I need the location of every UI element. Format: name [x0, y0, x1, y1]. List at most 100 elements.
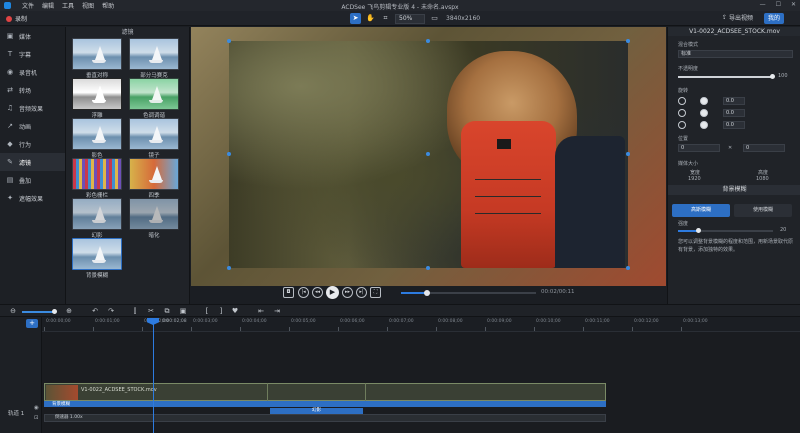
nav-item-visual-effect[interactable]: ✦ 遮幅效果	[0, 189, 65, 207]
split-icon[interactable]: ⫿	[130, 306, 140, 316]
nav-item-filter[interactable]: ✎ 滤镜	[0, 153, 65, 171]
minimize-icon[interactable]: —	[760, 1, 766, 8]
center-handle[interactable]	[426, 152, 430, 156]
resize-handle[interactable]	[227, 152, 231, 156]
opacity-knob[interactable]	[770, 74, 775, 79]
opacity-slider[interactable]	[678, 74, 775, 79]
progress-knob[interactable]	[424, 290, 430, 296]
timeline-zoom-slider[interactable]	[22, 309, 57, 314]
filter-thumb[interactable]	[129, 38, 179, 70]
export-button[interactable]: ⇪ 导出视频	[722, 13, 753, 22]
nav-item-media[interactable]: ▣ 媒体	[0, 27, 65, 45]
nav-item-behavior[interactable]: ◆ 行为	[0, 135, 65, 153]
playhead-line[interactable]	[153, 318, 154, 433]
nav-item-overlay[interactable]: ▤ 叠加	[0, 171, 65, 189]
strength-slider[interactable]	[678, 228, 773, 233]
filter-thumb[interactable]	[129, 118, 179, 150]
rotate-dial-icon[interactable]	[700, 109, 708, 117]
skip-end-icon[interactable]: ⇥	[272, 306, 282, 316]
mode-button[interactable]: 我的	[764, 13, 785, 24]
nav-item-animation[interactable]: ↗ 动画	[0, 117, 65, 135]
zoom-select[interactable]: 50%	[395, 13, 425, 24]
rotate-z-icon[interactable]	[678, 97, 686, 105]
rotate-y-icon[interactable]	[678, 121, 686, 129]
position-x-field[interactable]: 0	[678, 144, 720, 152]
filter-thumb[interactable]	[72, 118, 122, 150]
prev-frame-icon[interactable]: |◂	[298, 287, 309, 298]
preview-canvas[interactable]	[191, 27, 666, 286]
resize-handle[interactable]	[426, 266, 430, 270]
main-toolbar: 录制 ➤ ✋ ⌗ 50% ▭ 3840x2160 ⇪ 导出视频 我的	[0, 11, 800, 26]
mark-out-icon[interactable]: ]	[216, 306, 226, 316]
track-lock-icon[interactable]: ⊡	[34, 415, 39, 421]
track-visible-icon[interactable]: ◉	[34, 405, 39, 411]
snapshot-icon[interactable]: ◘	[283, 287, 294, 298]
undo-icon[interactable]: ↶	[90, 306, 100, 316]
filter-thumb[interactable]	[72, 38, 122, 70]
paste-icon[interactable]: ▣	[178, 306, 188, 316]
rotation-x-field[interactable]: 0.0	[723, 109, 745, 117]
resize-handle[interactable]	[227, 266, 231, 270]
nav-item-caption[interactable]: T 字幕	[0, 45, 65, 63]
add-track-button[interactable]: +	[26, 319, 38, 328]
ruler-label: 0:00:08;00	[438, 319, 463, 324]
ruler-label: 0:00:07;00	[389, 319, 414, 324]
video-clip[interactable]: V1-0022_ACDSEE_STOCK.mov	[44, 383, 606, 401]
filter-thumb[interactable]	[72, 198, 122, 230]
copy-icon[interactable]: ⧉	[162, 306, 172, 316]
close-icon[interactable]: ✕	[791, 1, 796, 8]
skip-start-icon[interactable]: ⇤	[256, 306, 266, 316]
rewind-icon[interactable]: ◂◂	[312, 287, 323, 298]
mark-in-icon[interactable]: [	[202, 306, 212, 316]
marker-icon[interactable]: ♥	[230, 306, 240, 316]
strength-value[interactable]: 20	[780, 227, 786, 233]
resize-handle[interactable]	[426, 39, 430, 43]
nav-item-audio-record[interactable]: ◉ 录音机	[0, 63, 65, 81]
effect-bar-background-blur[interactable]: 背景模糊	[44, 401, 606, 407]
speed-label: 倒速器 1.00x	[55, 415, 83, 420]
strength-knob[interactable]	[696, 228, 701, 233]
resolution-display[interactable]: 3840x2160	[446, 15, 480, 22]
filter-thumb[interactable]	[129, 198, 179, 230]
pan-tool-icon[interactable]: ✋	[365, 13, 376, 24]
audio-record-icon: ◉	[6, 68, 14, 76]
rotate-dial-icon[interactable]	[700, 121, 708, 129]
opacity-value[interactable]: 100	[778, 73, 788, 79]
filter-thumb[interactable]	[72, 78, 122, 110]
resize-handle[interactable]	[626, 152, 630, 156]
position-separator: ✕	[728, 145, 733, 151]
filter-thumb[interactable]	[129, 78, 179, 110]
rotate-dial-icon[interactable]	[700, 97, 708, 105]
record-button[interactable]: 录制	[6, 14, 27, 23]
speed-row[interactable]: 倒速器 1.00x	[44, 414, 606, 422]
filter-thumb[interactable]	[129, 158, 179, 190]
forward-icon[interactable]: ▸▸	[342, 287, 353, 298]
select-tool-icon[interactable]: ➤	[350, 13, 361, 24]
playback-progress[interactable]	[401, 290, 536, 296]
next-frame-icon[interactable]: ▸|	[356, 287, 367, 298]
resize-handle[interactable]	[227, 39, 231, 43]
crop-tool-icon[interactable]: ⌗	[380, 13, 391, 24]
filter-thumb[interactable]	[72, 158, 122, 190]
rotation-y-field[interactable]: 0.0	[723, 121, 745, 129]
zoom-in-icon[interactable]: ⊕	[64, 306, 74, 316]
ruler-label: 0:00:03;00	[193, 319, 218, 324]
position-y-field[interactable]: 0	[743, 144, 785, 152]
cut-icon[interactable]: ✂	[146, 306, 156, 316]
gaussian-blur-button[interactable]: 高斯模糊	[672, 204, 730, 217]
resize-handle[interactable]	[626, 266, 630, 270]
rotation-z-field[interactable]: 0.0	[723, 97, 745, 105]
zoom-out-icon[interactable]: ⊖	[8, 306, 18, 316]
blend-mode-select[interactable]: 标准	[678, 50, 793, 58]
nav-item-transition[interactable]: ⇄ 转场	[0, 81, 65, 99]
maximize-icon[interactable]: ☐	[776, 1, 781, 8]
play-icon[interactable]: ▶	[326, 286, 339, 299]
redo-icon[interactable]: ↷	[106, 306, 116, 316]
width-label: 宽度	[690, 170, 701, 176]
filter-thumb-selected[interactable]	[72, 238, 122, 270]
fullscreen-icon[interactable]: ⛶	[370, 287, 381, 298]
rotate-x-icon[interactable]	[678, 109, 686, 117]
use-blur-button[interactable]: 使用模糊	[734, 204, 792, 217]
resize-handle[interactable]	[626, 39, 630, 43]
nav-item-audio-effect[interactable]: ♫ 音频效果	[0, 99, 65, 117]
